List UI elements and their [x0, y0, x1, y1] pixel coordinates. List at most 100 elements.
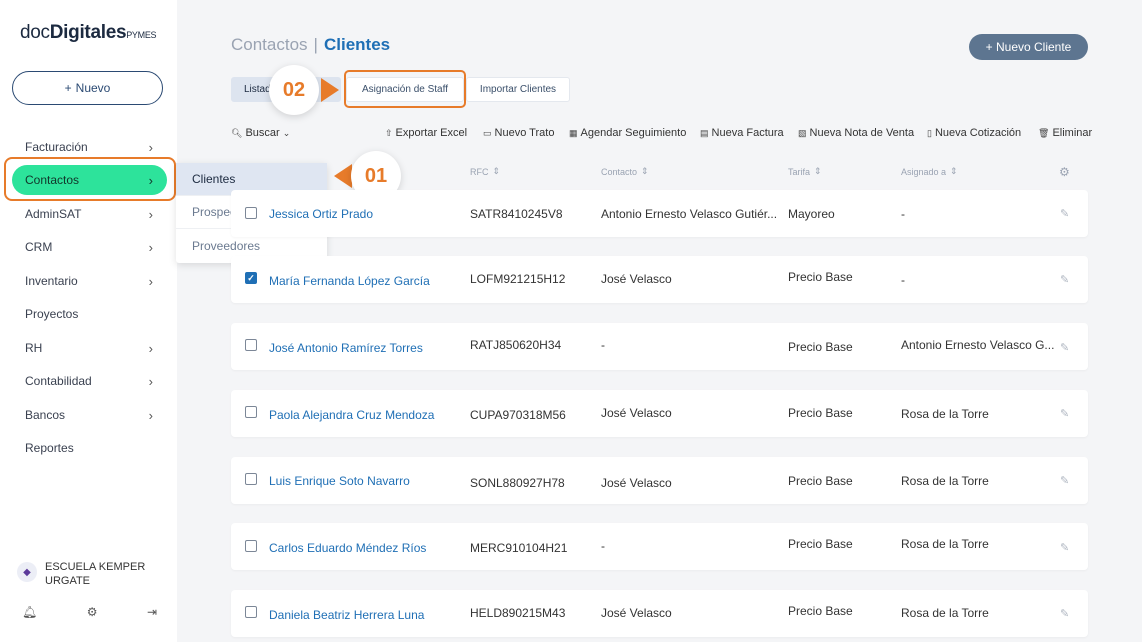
logout-icon[interactable]: ⇥ [147, 605, 157, 619]
schedule-followup-button[interactable]: ▦ Agendar Seguimiento [569, 127, 686, 139]
chevron-right-icon: › [148, 407, 153, 423]
logo-text-digitales: Digitales [49, 22, 127, 43]
search-label: Buscar [245, 127, 280, 139]
pencil-icon[interactable]: ✎ [1060, 541, 1069, 554]
sidebar-item-reportes[interactable]: Reportes [12, 433, 167, 463]
column-settings-gear-icon[interactable]: ⚙ [1059, 165, 1070, 179]
sort-icon: ⇕ [641, 166, 649, 176]
bell-icon[interactable]: 🔔︎ [22, 605, 37, 619]
sort-icon: ⇕ [950, 166, 958, 176]
table-row[interactable]: José Antonio Ramírez Torres RATJ850620H3… [231, 323, 1088, 370]
highlight-box-contactos [4, 157, 176, 201]
rate-cell: Precio Base [788, 537, 853, 551]
table-row[interactable]: Luis Enrique Soto Navarro SONL880927H78 … [231, 457, 1088, 504]
table-row[interactable]: ✓ María Fernanda López García LOFM921215… [231, 256, 1088, 303]
chevron-right-icon: › [148, 139, 153, 155]
client-name-link[interactable]: María Fernanda López García [269, 274, 430, 288]
column-header-tarifa[interactable]: Tarifa ⇕ [788, 166, 822, 177]
sidebar-item-label: CRM [25, 240, 53, 254]
new-quote-button[interactable]: ▯ Nueva Cotización [927, 127, 1021, 139]
toolbar: 🔍︎ Buscar ⌄ ⇧ Exportar Excel ▭ Nuevo Trato ▦… [231, 127, 1092, 141]
search-button[interactable]: 🔍︎ Buscar ⌄ [231, 127, 290, 139]
sort-icon: ⇕ [814, 166, 822, 176]
column-header-label: Tarifa [788, 166, 811, 177]
new-button-label: Nuevo [75, 81, 111, 95]
sidebar-item-rh[interactable]: RH › [12, 333, 167, 363]
row-checkbox[interactable] [245, 339, 257, 351]
column-header-rfc[interactable]: RFC ⇕ [470, 166, 500, 177]
table-row[interactable]: Jessica Ortiz Prado SATR8410245V8 Antoni… [231, 190, 1088, 237]
client-name-link[interactable]: Daniela Beatriz Herrera Luna [269, 608, 424, 622]
document-icon: ▯ [927, 127, 932, 138]
table-row[interactable]: Daniela Beatriz Herrera Luna HELD890215M… [231, 590, 1088, 637]
client-name-link[interactable]: Paola Alejandra Cruz Mendoza [269, 408, 434, 422]
assigned-cell: - [901, 207, 905, 221]
row-checkbox[interactable] [245, 406, 257, 418]
new-client-button[interactable]: + Nuevo Cliente [969, 34, 1088, 60]
sidebar-item-label: AdminSAT [25, 207, 82, 221]
client-name-link[interactable]: Carlos Eduardo Méndez Ríos [269, 541, 426, 555]
sidebar-item-bancos[interactable]: Bancos › [12, 400, 167, 430]
app-logo[interactable]: docDigitalesPYMES [20, 22, 157, 44]
tab-import-clients[interactable]: Importar Clientes [466, 77, 570, 102]
new-deal-button[interactable]: ▭ Nuevo Trato [483, 127, 554, 139]
sidebar-item-label: Reportes [25, 441, 74, 455]
row-checkbox[interactable]: ✓ [245, 272, 257, 284]
chevron-right-icon: › [148, 373, 153, 389]
gear-icon[interactable]: ⚙ [87, 605, 98, 619]
pencil-icon[interactable]: ✎ [1060, 607, 1069, 620]
trash-icon: 🗑︎ [1038, 127, 1050, 138]
column-header-label: Contacto [601, 166, 638, 177]
sidebar-item-proyectos[interactable]: Proyectos [12, 299, 167, 329]
pencil-icon[interactable]: ✎ [1060, 474, 1069, 487]
export-excel-button[interactable]: ⇧ Exportar Excel [385, 127, 467, 139]
contact-cell: José Velasco [601, 606, 672, 620]
row-checkbox[interactable] [245, 207, 257, 219]
logo-text-pymes: PYMES [126, 30, 157, 40]
sidebar-item-contabilidad[interactable]: Contabilidad › [12, 366, 167, 396]
sidebar-item-inventario[interactable]: Inventario › [12, 266, 167, 296]
breadcrumb-parent[interactable]: Contactos [231, 35, 308, 55]
sidebar-item-label: Proyectos [25, 307, 79, 321]
pencil-icon[interactable]: ✎ [1060, 273, 1069, 286]
sidebar-item-crm[interactable]: CRM › [12, 232, 167, 262]
organization-name: ESCUELA KEMPER URGATE [45, 561, 146, 587]
schedule-followup-label: Agendar Seguimiento [580, 127, 687, 139]
row-checkbox[interactable] [245, 606, 257, 618]
assigned-cell: Rosa de la Torre [901, 407, 989, 421]
contact-cell: José Velasco [601, 476, 672, 490]
new-sales-note-button[interactable]: ▧ Nueva Nota de Venta [798, 127, 914, 139]
rfc-cell: LOFM921215H12 [470, 272, 566, 286]
rfc-cell: CUPA970318M56 [470, 408, 566, 422]
client-name-link[interactable]: Jessica Ortiz Prado [269, 207, 373, 221]
assigned-cell: Antonio Ernesto Velasco G... [901, 338, 1055, 352]
calendar-icon: ▦ [569, 127, 578, 138]
client-name-link[interactable]: Luis Enrique Soto Navarro [269, 474, 410, 488]
rfc-cell: SATR8410245V8 [470, 207, 563, 221]
receipt-icon: ▧ [798, 127, 807, 138]
callout-arrow-02 [321, 78, 339, 102]
sidebar-item-adminsat[interactable]: AdminSAT › [12, 199, 167, 229]
pencil-icon[interactable]: ✎ [1060, 407, 1069, 420]
assigned-cell: Rosa de la Torre [901, 606, 989, 620]
sort-icon: ⇕ [492, 166, 501, 176]
pencil-icon[interactable]: ✎ [1060, 341, 1069, 354]
rfc-cell: RATJ850620H34 [470, 338, 562, 352]
row-checkbox[interactable] [245, 540, 257, 552]
pencil-icon[interactable]: ✎ [1060, 207, 1069, 220]
table-row[interactable]: Carlos Eduardo Méndez Ríos MERC910104H21… [231, 523, 1088, 570]
new-sales-note-label: Nueva Nota de Venta [809, 127, 915, 139]
row-checkbox[interactable] [245, 473, 257, 485]
assigned-cell: - [901, 273, 905, 287]
new-button[interactable]: + Nuevo [12, 71, 163, 105]
contact-cell: - [601, 338, 605, 352]
rate-cell: Precio Base [788, 604, 853, 618]
callout-arrow-01 [334, 164, 352, 188]
client-name-link[interactable]: José Antonio Ramírez Torres [269, 341, 423, 355]
new-invoice-button[interactable]: ▤ Nueva Factura [700, 127, 784, 139]
delete-button[interactable]: 🗑︎ Eliminar [1038, 127, 1092, 139]
table-row[interactable]: Paola Alejandra Cruz Mendoza CUPA970318M… [231, 390, 1088, 437]
column-header-contacto[interactable]: Contacto ⇕ [601, 166, 649, 177]
column-header-asignado[interactable]: Asignado a ⇕ [901, 166, 958, 177]
organization-switcher[interactable]: ◆ ESCUELA KEMPER URGATE [17, 560, 155, 588]
